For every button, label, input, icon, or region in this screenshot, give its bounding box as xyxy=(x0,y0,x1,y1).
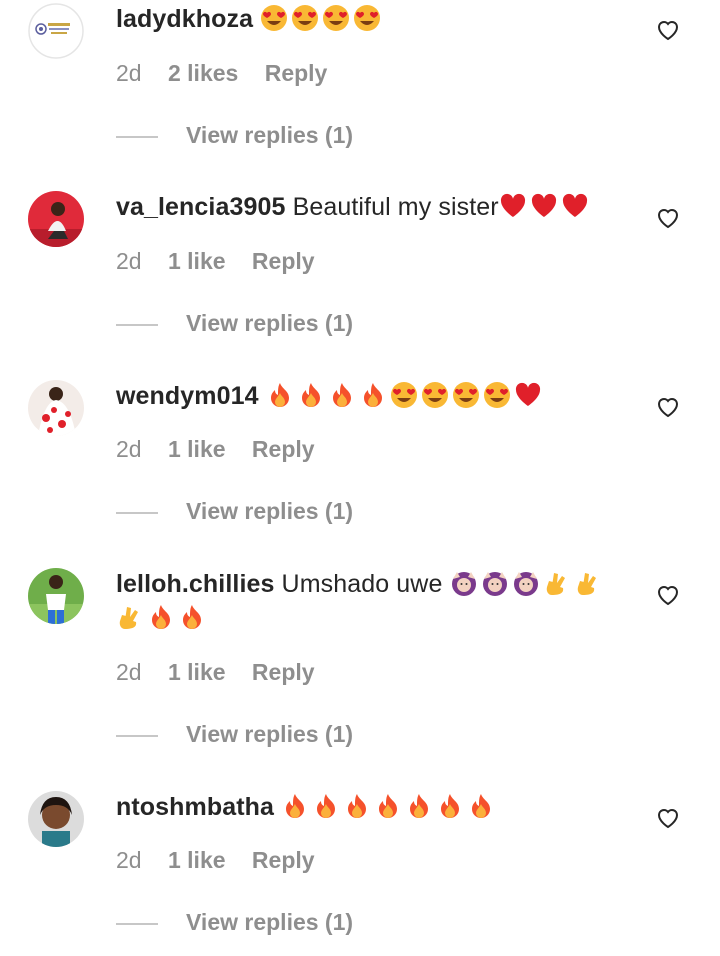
heart-eyes-icon xyxy=(322,4,350,32)
comment-meta: 2d 2 likes Reply xyxy=(116,60,347,87)
view-replies-label: View replies (1) xyxy=(186,498,354,524)
divider-dash xyxy=(116,135,158,138)
like-heart-icon[interactable] xyxy=(655,17,681,43)
heart-eyes-icon xyxy=(421,381,449,409)
avatar[interactable] xyxy=(28,191,84,247)
emoji-group xyxy=(499,193,592,221)
reply-button[interactable]: Reply xyxy=(252,248,315,274)
view-replies-button[interactable]: View replies (1) xyxy=(116,122,353,149)
heart-eyes-icon xyxy=(291,4,319,32)
avatar[interactable] xyxy=(28,791,84,847)
likes-count[interactable]: 1 like xyxy=(168,659,226,685)
view-replies-button[interactable]: View replies (1) xyxy=(116,909,353,936)
fire-icon xyxy=(266,381,294,409)
view-replies-label: View replies (1) xyxy=(186,310,354,336)
comment-meta: 2d 1 like Reply xyxy=(116,436,335,463)
heart-eyes-icon xyxy=(390,381,418,409)
comment-meta: 2d 1 like Reply xyxy=(116,248,335,275)
comment-time: 2d xyxy=(116,847,142,873)
comment-body: Beautiful my sister xyxy=(292,193,499,221)
comment-time: 2d xyxy=(116,659,142,685)
comment-text: ntoshmbatha xyxy=(116,790,636,824)
comment-text: lelloh.chillies Umshado uwe xyxy=(116,567,636,635)
heart-eyes-icon xyxy=(483,381,511,409)
comment-meta: 2d 1 like Reply xyxy=(116,847,335,874)
fire-icon xyxy=(178,603,206,631)
view-replies-label: View replies (1) xyxy=(186,721,354,747)
fire-icon xyxy=(374,792,402,820)
view-replies-button[interactable]: View replies (1) xyxy=(116,721,353,748)
fire-icon xyxy=(436,792,464,820)
fire-icon xyxy=(359,381,387,409)
comment-time: 2d xyxy=(116,248,142,274)
comment-text: ladydkhoza xyxy=(116,2,636,36)
emoji-group xyxy=(116,604,209,632)
avatar[interactable] xyxy=(28,568,84,624)
fire-icon xyxy=(405,792,433,820)
woman-hands-raised-icon xyxy=(481,569,509,597)
emoji-group xyxy=(260,5,384,33)
crossed-fingers-icon xyxy=(543,569,571,597)
reply-button[interactable]: Reply xyxy=(252,436,315,462)
like-heart-icon[interactable] xyxy=(655,582,681,608)
heart-eyes-icon xyxy=(452,381,480,409)
avatar[interactable] xyxy=(28,3,84,59)
likes-count[interactable]: 2 likes xyxy=(168,60,238,86)
comment-time: 2d xyxy=(116,436,142,462)
fire-icon xyxy=(343,792,371,820)
heart-eyes-icon xyxy=(260,4,288,32)
comment-meta: 2d 1 like Reply xyxy=(116,659,335,686)
red-heart-icon xyxy=(561,192,589,220)
likes-count[interactable]: 1 like xyxy=(168,436,226,462)
like-heart-icon[interactable] xyxy=(655,394,681,420)
comment-username[interactable]: va_lencia3905 xyxy=(116,193,286,221)
comment-username[interactable]: ntoshmbatha xyxy=(116,793,274,821)
comment-text: wendym014 xyxy=(116,379,636,413)
divider-dash xyxy=(116,323,158,326)
view-replies-button[interactable]: View replies (1) xyxy=(116,310,353,337)
emoji-group xyxy=(266,382,545,410)
comment-username[interactable]: lelloh.chillies xyxy=(116,570,275,598)
comment-text: va_lencia3905 Beautiful my sister xyxy=(116,190,636,224)
like-heart-icon[interactable] xyxy=(655,205,681,231)
divider-dash xyxy=(116,922,158,925)
emoji-group xyxy=(281,793,498,821)
red-heart-icon xyxy=(530,192,558,220)
view-replies-label: View replies (1) xyxy=(186,909,354,935)
fire-icon xyxy=(147,603,175,631)
view-replies-button[interactable]: View replies (1) xyxy=(116,498,353,525)
comment-time: 2d xyxy=(116,60,142,86)
heart-eyes-icon xyxy=(353,4,381,32)
divider-dash xyxy=(116,511,158,514)
red-heart-icon xyxy=(499,192,527,220)
likes-count[interactable]: 1 like xyxy=(168,248,226,274)
fire-icon xyxy=(328,381,356,409)
fire-icon xyxy=(467,792,495,820)
comment-username[interactable]: wendym014 xyxy=(116,382,259,410)
fire-icon xyxy=(312,792,340,820)
reply-button[interactable]: Reply xyxy=(252,847,315,873)
red-heart-icon xyxy=(514,381,542,409)
likes-count[interactable]: 1 like xyxy=(168,847,226,873)
crossed-fingers-icon xyxy=(574,569,602,597)
reply-button[interactable]: Reply xyxy=(252,659,315,685)
woman-hands-raised-icon xyxy=(450,569,478,597)
like-heart-icon[interactable] xyxy=(655,805,681,831)
reply-button[interactable]: Reply xyxy=(265,60,328,86)
comment-body: Umshado uwe xyxy=(281,570,443,598)
view-replies-label: View replies (1) xyxy=(186,122,354,148)
emoji-group xyxy=(450,570,605,598)
comment-username[interactable]: ladydkhoza xyxy=(116,5,253,33)
crossed-fingers-icon xyxy=(116,603,144,631)
fire-icon xyxy=(281,792,309,820)
avatar[interactable] xyxy=(28,380,84,436)
fire-icon xyxy=(297,381,325,409)
woman-hands-raised-icon xyxy=(512,569,540,597)
divider-dash xyxy=(116,734,158,737)
